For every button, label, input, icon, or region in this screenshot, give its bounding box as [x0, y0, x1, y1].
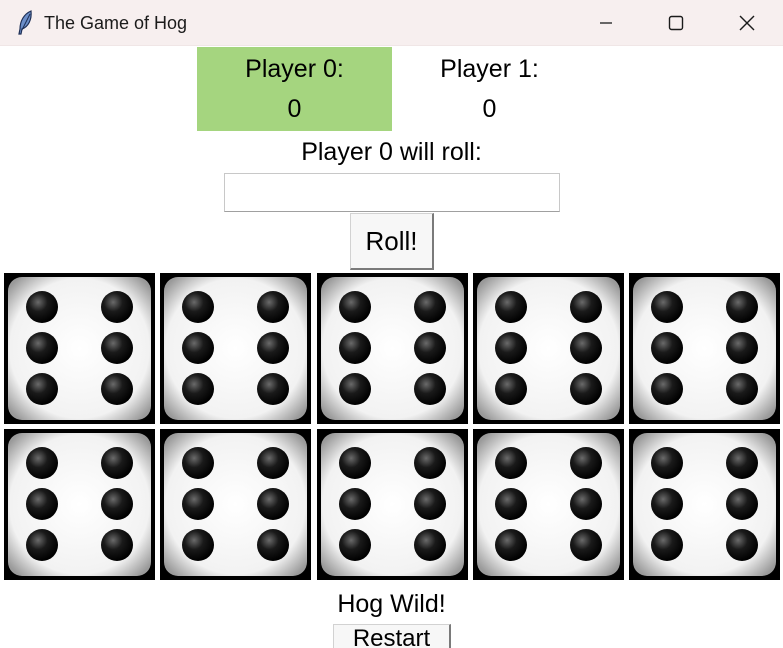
- die-pip: [257, 447, 290, 479]
- die-pip: [101, 291, 133, 323]
- player-1-score: 0: [482, 95, 497, 123]
- die-pip: [101, 373, 133, 405]
- die-pip: [257, 529, 290, 561]
- die-pip: [26, 332, 58, 364]
- close-icon: [739, 15, 755, 31]
- player-1-label: Player 1:: [440, 55, 539, 83]
- maximize-button[interactable]: [641, 0, 711, 46]
- die-4: [472, 273, 624, 424]
- die-pip: [651, 373, 683, 405]
- die-pip: [182, 447, 215, 479]
- restart-button[interactable]: Restart: [333, 624, 451, 648]
- die-pip: [182, 332, 215, 364]
- maximize-icon: [668, 15, 684, 31]
- die-pip: [182, 291, 215, 323]
- player-1-score-panel: Player 1: 0: [392, 47, 587, 131]
- die-pip: [651, 291, 683, 323]
- roll-count-input[interactable]: [224, 173, 560, 212]
- die-pip: [413, 447, 446, 479]
- dice-grid: [4, 273, 780, 580]
- die-pip: [182, 488, 215, 520]
- minimize-icon: [600, 22, 612, 24]
- die-pip: [569, 332, 602, 364]
- die-pip: [101, 447, 133, 479]
- die-pip: [651, 332, 683, 364]
- die-pip: [338, 529, 371, 561]
- player-0-score-panel: Player 0: 0: [197, 47, 392, 131]
- die-pip: [338, 332, 371, 364]
- status-message: Hog Wild!: [337, 590, 446, 618]
- die-pip: [494, 373, 527, 405]
- die-pip: [726, 291, 758, 323]
- die-pip: [651, 488, 683, 520]
- title-bar: The Game of Hog: [0, 0, 783, 46]
- die-pip: [101, 332, 133, 364]
- die-pip: [651, 447, 683, 479]
- die-pip: [726, 332, 758, 364]
- die-pip: [726, 373, 758, 405]
- die-6: [4, 429, 155, 580]
- die-pip: [651, 529, 683, 561]
- die-9: [472, 429, 624, 580]
- die-pip: [494, 529, 527, 561]
- die-pip: [413, 332, 446, 364]
- die-pip: [569, 373, 602, 405]
- die-pip: [413, 291, 446, 323]
- die-pip: [413, 488, 446, 520]
- die-pip: [569, 488, 602, 520]
- die-pip: [338, 373, 371, 405]
- die-pip: [494, 332, 527, 364]
- die-pip: [26, 291, 58, 323]
- die-pip: [494, 488, 527, 520]
- die-pip: [338, 291, 371, 323]
- roll-button[interactable]: Roll!: [350, 213, 434, 270]
- die-pip: [338, 488, 371, 520]
- die-pip: [257, 332, 290, 364]
- die-pip: [413, 373, 446, 405]
- die-8: [316, 429, 468, 580]
- die-pip: [494, 447, 527, 479]
- player-0-label: Player 0:: [245, 55, 344, 83]
- die-5: [629, 273, 780, 424]
- die-pip: [182, 373, 215, 405]
- die-pip: [101, 529, 133, 561]
- die-10: [629, 429, 780, 580]
- die-pip: [569, 529, 602, 561]
- die-pip: [569, 447, 602, 479]
- die-pip: [257, 488, 290, 520]
- die-pip: [413, 529, 446, 561]
- feather-icon: [18, 10, 32, 35]
- die-pip: [726, 529, 758, 561]
- die-pip: [338, 447, 371, 479]
- die-pip: [26, 447, 58, 479]
- close-button[interactable]: [712, 0, 782, 46]
- die-7: [160, 429, 312, 580]
- die-pip: [494, 291, 527, 323]
- minimize-button[interactable]: [571, 0, 641, 46]
- die-pip: [26, 529, 58, 561]
- die-pip: [182, 529, 215, 561]
- die-pip: [101, 488, 133, 520]
- die-pip: [726, 447, 758, 479]
- die-2: [160, 273, 312, 424]
- die-pip: [257, 291, 290, 323]
- die-pip: [569, 291, 602, 323]
- die-1: [4, 273, 155, 424]
- die-pip: [726, 488, 758, 520]
- die-3: [316, 273, 468, 424]
- window-title: The Game of Hog: [44, 13, 188, 33]
- player-0-score: 0: [287, 95, 302, 123]
- die-pip: [26, 488, 58, 520]
- die-pip: [257, 373, 290, 405]
- roll-prompt: Player 0 will roll:: [301, 138, 482, 166]
- die-pip: [26, 373, 58, 405]
